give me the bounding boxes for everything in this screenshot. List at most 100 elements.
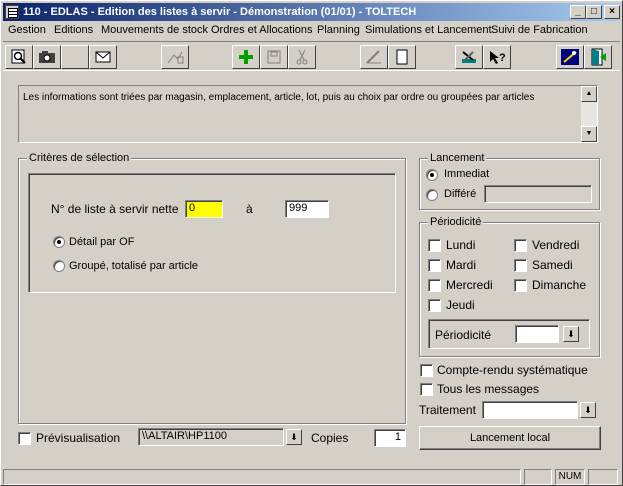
detail-by-of-radio[interactable]	[53, 236, 65, 248]
menu-editions[interactable]: Editions	[54, 24, 93, 36]
toolbar-edit-button[interactable]	[360, 45, 388, 69]
criteria-group: Critères de sélection N° de liste à serv…	[18, 152, 406, 424]
toolbar-tools-button[interactable]	[455, 45, 483, 69]
app-icon	[5, 5, 19, 19]
processing-select[interactable]	[482, 401, 578, 419]
status-pane-caps	[524, 469, 552, 485]
toolbar-blank-button[interactable]	[61, 45, 89, 69]
toolbar: ?	[3, 41, 620, 71]
maximize-button[interactable]: □	[586, 5, 602, 19]
launch-local-button[interactable]: Lancement local	[419, 426, 601, 450]
rocket-icon	[561, 49, 579, 65]
plus-icon	[239, 50, 253, 64]
toolbar-exit-button[interactable]	[584, 45, 612, 69]
menu-bar: Gestion Editions Mouvements de stock Ord…	[3, 22, 620, 40]
periodicity-select[interactable]	[515, 325, 559, 343]
deferred-date-input[interactable]	[484, 185, 592, 203]
report-label: Compte-rendu systématique	[437, 363, 588, 377]
info-text: Les informations sont triées par magasin…	[23, 92, 535, 103]
status-bar: NUM	[3, 467, 620, 485]
detail-by-of-label: Détail par OF	[69, 236, 135, 248]
copies-input[interactable]: 1	[374, 429, 406, 447]
toolbar-new-page-button[interactable]	[388, 45, 416, 69]
periodicity-dropdown-icon[interactable]: ⬇	[563, 326, 579, 342]
info-scrollbar[interactable]: ▲ ▼	[581, 86, 597, 142]
grouped-by-article-radio[interactable]	[53, 260, 65, 272]
list-from-input[interactable]: 0	[185, 200, 223, 218]
info-box: Les informations sont triées par magasin…	[18, 85, 598, 143]
thursday-checkbox[interactable]	[428, 299, 441, 312]
minimize-button[interactable]: _	[570, 5, 586, 19]
periodicity-panel: Périodicité ⬇	[428, 319, 590, 349]
list-to-input[interactable]: 999	[285, 200, 329, 218]
processing-dropdown-icon[interactable]: ⬇	[580, 402, 596, 418]
page-icon	[396, 49, 408, 65]
save-icon	[267, 50, 281, 64]
menu-gestion[interactable]: Gestion	[8, 24, 46, 36]
svg-text:?: ?	[499, 52, 506, 64]
scissors-icon	[296, 49, 308, 65]
all-messages-label: Tous les messages	[437, 382, 540, 396]
toolbar-disabled-button[interactable]	[161, 45, 189, 69]
wednesday-checkbox[interactable]	[428, 279, 441, 292]
printer-dropdown-icon[interactable]: ⬇	[286, 429, 302, 445]
toolbar-run-button[interactable]	[556, 45, 584, 69]
list-number-label: N° de liste à servir nette	[51, 202, 179, 216]
status-pane-main	[3, 469, 521, 485]
report-checkbox[interactable]	[420, 364, 433, 377]
periodicity-group: Périodicité Lundi Vendredi Mardi Samedi …	[419, 216, 600, 357]
immediate-label: Immediat	[444, 168, 490, 180]
wednesday-label: Mercredi	[446, 278, 493, 292]
tuesday-label: Mardi	[446, 258, 477, 272]
launch-group: Lancement Immediat Différé	[419, 152, 600, 210]
sunday-checkbox[interactable]	[514, 279, 527, 292]
exit-door-icon	[591, 48, 606, 66]
toolbar-help-button[interactable]: ?	[483, 45, 511, 69]
camera-icon	[39, 51, 55, 63]
periodicity-group-label: Périodicité	[428, 216, 484, 228]
sunday-label: Dimanche	[532, 278, 587, 292]
status-num: NUM	[555, 469, 585, 485]
copies-label: Copies	[311, 431, 349, 445]
menu-simulations-et-lancement[interactable]: Simulations et Lancement	[365, 24, 492, 36]
chart-icon	[167, 51, 184, 64]
deferred-radio[interactable]	[426, 189, 438, 201]
toolbar-camera-button[interactable]	[33, 45, 61, 69]
tuesday-checkbox[interactable]	[428, 259, 441, 272]
menu-planning[interactable]: Planning	[317, 24, 360, 36]
saturday-checkbox[interactable]	[514, 259, 527, 272]
toolbar-cut-button[interactable]	[288, 45, 316, 69]
toolbar-add-button[interactable]	[232, 45, 260, 69]
printer-select[interactable]: \\ALTAIR\HP1100	[138, 428, 284, 446]
close-button[interactable]: ×	[604, 5, 620, 19]
toolbar-mail-button[interactable]	[89, 45, 117, 69]
toolbar-save-button[interactable]	[260, 45, 288, 69]
launch-group-label: Lancement	[428, 152, 487, 164]
magnifier-icon	[11, 49, 26, 64]
periodicity-label: Périodicité	[435, 328, 492, 342]
toolbar-zoom-button[interactable]	[5, 45, 33, 69]
help-pointer-icon: ?	[490, 51, 506, 64]
menu-suivi-de-fabrication[interactable]: Suivi de Fabrication	[491, 24, 588, 36]
menu-ordres-et-allocations[interactable]: Ordres et Allocations	[211, 24, 313, 36]
thursday-label: Jeudi	[446, 298, 475, 312]
criteria-panel: N° de liste à servir nette 0 à 999 Détai…	[28, 173, 396, 293]
criteria-group-label: Critères de sélection	[27, 152, 132, 164]
status-pane-scroll	[588, 469, 618, 485]
processing-label: Traitement	[419, 403, 476, 417]
preview-checkbox[interactable]	[18, 432, 31, 445]
scroll-down-arrow-icon[interactable]: ▼	[581, 126, 597, 142]
saturday-label: Samedi	[532, 258, 573, 272]
immediate-radio[interactable]	[426, 169, 438, 181]
preview-label: Prévisualisation	[36, 431, 121, 445]
monday-checkbox[interactable]	[428, 239, 441, 252]
main-window: 110 - EDLAS - Edition des listes à servi…	[0, 0, 623, 486]
menu-mouvements-de-stock[interactable]: Mouvements de stock	[101, 24, 208, 36]
all-messages-checkbox[interactable]	[420, 383, 433, 396]
to-label: à	[246, 202, 253, 216]
friday-checkbox[interactable]	[514, 239, 527, 252]
envelope-icon	[95, 51, 111, 63]
scroll-up-arrow-icon[interactable]: ▲	[581, 86, 597, 102]
title-bar: 110 - EDLAS - Edition des listes à servi…	[3, 3, 620, 21]
window-title: 110 - EDLAS - Edition des listes à servi…	[23, 6, 417, 18]
